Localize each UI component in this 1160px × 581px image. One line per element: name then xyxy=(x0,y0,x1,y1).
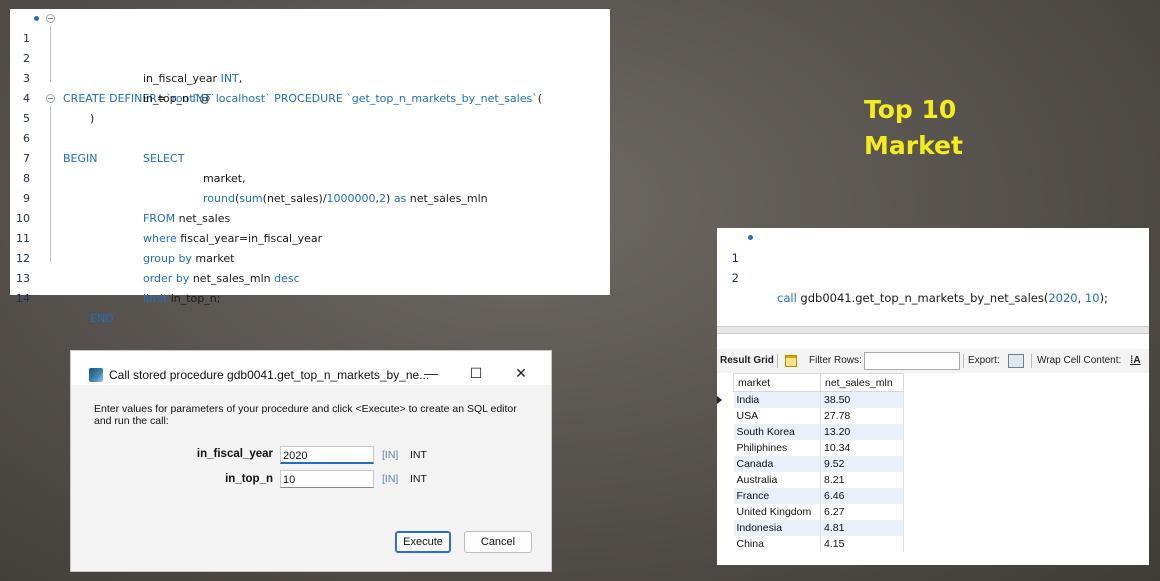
editor-line: 1 CREATE DEFINER=`root`@`localhost` PROC… xyxy=(10,9,610,105)
wrap-cell-content-label: Wrap Cell Content: xyxy=(1037,355,1122,366)
cell-net-sales[interactable]: 4.81 xyxy=(820,520,904,536)
cell-net-sales[interactable]: 6.46 xyxy=(820,488,904,504)
title-line-2: Market xyxy=(864,131,963,160)
code-text[interactable]: call gdb0041.get_top_n_markets_by_net_sa… xyxy=(777,288,1108,308)
dialog-instructions: Enter values for parameters of your proc… xyxy=(94,403,517,427)
current-row-marker-icon xyxy=(717,396,722,404)
cell-market[interactable]: Australia xyxy=(733,472,821,488)
param-label-in-top-n: in_top_n xyxy=(225,473,273,485)
maximize-icon[interactable]: ☐ xyxy=(466,363,486,383)
table-row[interactable]: United Kingdom 6.27 xyxy=(733,504,904,520)
call-procedure-dialog: Call stored procedure gdb0041.get_top_n_… xyxy=(70,350,552,572)
code-text[interactable]: END xyxy=(90,309,114,329)
table-row[interactable]: China 4.15 xyxy=(733,536,904,552)
toolbar-divider xyxy=(963,354,964,368)
table-row[interactable]: India 38.50 xyxy=(733,391,904,408)
editor-line: 3 in_top_n INT xyxy=(10,49,610,105)
param-mode: [IN] xyxy=(382,473,399,485)
table-row[interactable]: Indonesia 4.81 xyxy=(733,520,904,536)
minimize-icon[interactable]: — xyxy=(421,363,441,383)
editor-line: 10 where fiscal_year=in_fiscal_year xyxy=(10,189,610,245)
result-grid-table: market net_sales_mln India 38.50 USA 27.78… xyxy=(733,373,904,552)
execute-button[interactable]: Execute xyxy=(395,531,451,553)
filter-rows-input[interactable] xyxy=(864,352,960,370)
column-header-net-sales-mln[interactable]: net_sales_mln xyxy=(820,373,904,392)
editor-line: 7 market, xyxy=(10,129,610,185)
editor-line: 13 limit in_top_n; xyxy=(10,249,610,305)
cell-market[interactable]: Indonesia xyxy=(733,520,821,536)
result-grid-tab[interactable]: Result Grid xyxy=(720,355,774,366)
slide-title: Top 10 Market xyxy=(864,92,963,164)
toolbar-divider xyxy=(1031,354,1032,368)
close-icon[interactable]: ✕ xyxy=(511,363,531,383)
param-label-in-fiscal-year: in_fiscal_year xyxy=(196,448,273,460)
table-row[interactable]: Australia 8.21 xyxy=(733,472,904,488)
cell-net-sales[interactable]: 13.20 xyxy=(820,424,904,440)
table-header-row: market net_sales_mln xyxy=(733,373,904,392)
export-icon[interactable] xyxy=(1008,354,1024,368)
dialog-title: Call stored procedure gdb0041.get_top_n_… xyxy=(109,368,430,382)
table-row[interactable]: France 6.46 xyxy=(733,488,904,504)
editor-line: 2 xyxy=(717,248,739,285)
param-type: INT xyxy=(410,473,427,485)
param-input-in-top-n[interactable]: 10 xyxy=(280,470,374,488)
param-input-in-fiscal-year[interactable]: 2020 xyxy=(280,446,374,464)
table-row[interactable]: USA 27.78 xyxy=(733,408,904,424)
editor-line: 9 FROM net_sales xyxy=(10,169,610,225)
wrap-text-icon[interactable]: ⁞A xyxy=(1130,355,1141,366)
code-text[interactable]: limit in_top_n; xyxy=(143,289,220,309)
cell-net-sales[interactable]: 8.21 xyxy=(820,472,904,488)
table-row[interactable]: Canada 9.52 xyxy=(733,456,904,472)
cell-market[interactable]: Canada xyxy=(733,456,821,472)
cell-market[interactable]: USA xyxy=(733,408,821,424)
cell-market[interactable]: China xyxy=(733,536,821,552)
table-row[interactable]: South Korea 13.20 xyxy=(733,424,904,440)
cell-net-sales[interactable]: 38.50 xyxy=(820,391,904,408)
fold-toggle-icon[interactable] xyxy=(46,14,55,23)
cell-market[interactable]: India xyxy=(733,391,821,408)
editor-line: 1 call gdb0041.get_top_n_markets_by_net_… xyxy=(717,228,1108,305)
column-header-market[interactable]: market xyxy=(733,373,821,392)
filter-rows-label: Filter Rows: xyxy=(809,355,862,366)
panel-splitter[interactable] xyxy=(717,326,1149,334)
table-row[interactable]: Philiphines 10.34 xyxy=(733,440,904,456)
editor-line: 14 END xyxy=(10,269,610,325)
editor-line: 4 ) xyxy=(10,69,610,125)
cancel-button[interactable]: Cancel xyxy=(464,531,532,553)
editor-line: 5 BEGIN xyxy=(10,89,610,165)
line-number: 2 xyxy=(731,271,739,285)
result-grid-toolbar: Result Grid Filter Rows: Export: Wrap Ce… xyxy=(717,349,1149,373)
toolbar-divider xyxy=(777,354,778,368)
cell-market[interactable]: United Kingdom xyxy=(733,504,821,520)
dialog-titlebar[interactable]: Call stored procedure gdb0041.get_top_n_… xyxy=(71,351,551,385)
procedure-editor[interactable]: 1 CREATE DEFINER=`root`@`localhost` PROC… xyxy=(10,9,610,325)
editor-line: 11 group by market xyxy=(10,209,610,265)
line-number: 14 xyxy=(16,292,30,305)
cell-market[interactable]: France xyxy=(733,488,821,504)
title-line-1: Top 10 xyxy=(864,95,957,124)
fold-toggle-icon[interactable] xyxy=(46,94,55,103)
call-editor-panel: 1 call gdb0041.get_top_n_markets_by_net_… xyxy=(717,228,1149,565)
export-label: Export: xyxy=(968,355,1000,366)
cell-market[interactable]: Philiphines xyxy=(733,440,821,456)
editor-line: 2 in_fiscal_year INT, xyxy=(10,29,610,85)
cell-net-sales[interactable]: 10.34 xyxy=(820,440,904,456)
editor-line: 12 order by net_sales_mln desc xyxy=(10,229,610,285)
editor-line: 8 round(sum(net_sales)/1000000,2) as net… xyxy=(10,149,610,205)
cell-net-sales[interactable]: 9.52 xyxy=(820,456,904,472)
param-type: INT xyxy=(410,449,427,461)
cell-net-sales[interactable]: 6.27 xyxy=(820,504,904,520)
cell-net-sales[interactable]: 27.78 xyxy=(820,408,904,424)
workbench-app-icon xyxy=(89,368,103,382)
param-mode: [IN] xyxy=(382,449,399,461)
grid-view-icon[interactable] xyxy=(785,355,797,367)
execution-dot-icon xyxy=(748,235,753,240)
cell-market[interactable]: South Korea xyxy=(733,424,821,440)
cell-net-sales[interactable]: 4.15 xyxy=(820,536,904,552)
editor-line: 6 SELECT xyxy=(10,109,610,165)
execution-dot-icon xyxy=(34,16,39,21)
